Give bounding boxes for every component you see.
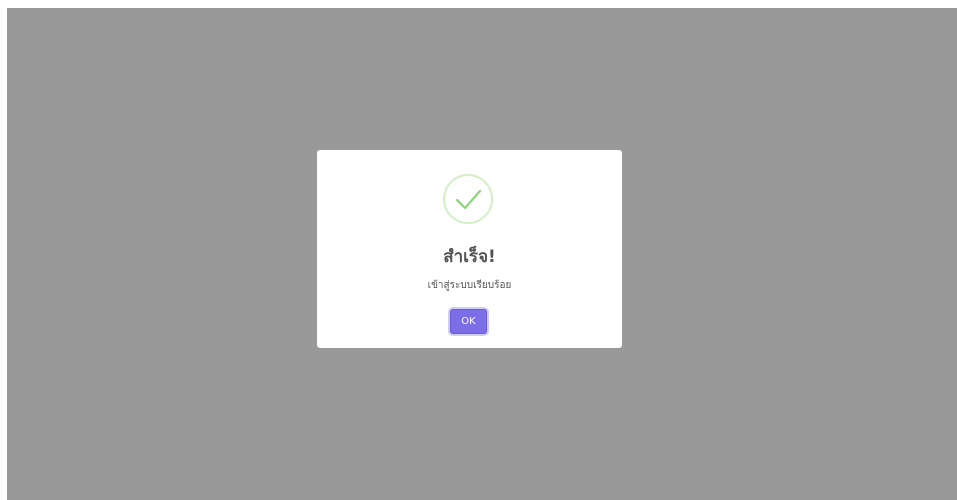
check-icon — [455, 189, 482, 210]
dialog-title: สำเร็จ! — [443, 247, 496, 267]
dialog-message: เข้าสู่ระบบเรียบร้อย — [427, 280, 512, 291]
success-dialog: สำเร็จ! เข้าสู่ระบบเรียบร้อย OK — [317, 150, 622, 348]
ok-button[interactable]: OK — [450, 309, 487, 334]
checkmark-success-icon — [443, 174, 493, 224]
